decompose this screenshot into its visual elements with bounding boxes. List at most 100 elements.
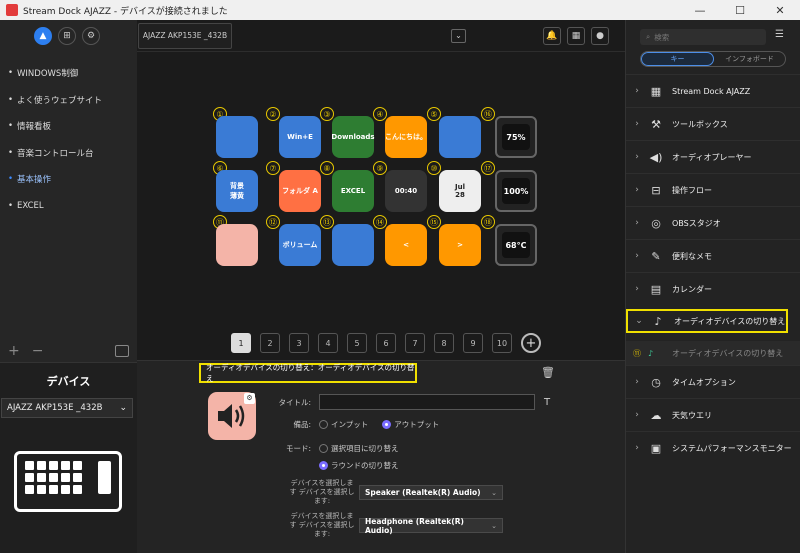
key-button-5[interactable] <box>439 116 481 158</box>
category-icon: ✎ <box>651 249 661 263</box>
category-2[interactable]: › ⚒ ツールボックス <box>626 107 800 140</box>
bell-icon[interactable]: 🔔 <box>543 27 561 45</box>
page-button-6[interactable]: 6 <box>376 333 396 353</box>
chevron-right-icon: › <box>635 119 639 129</box>
category-icon: ◀) <box>649 150 663 164</box>
key-label: こんにちは。 <box>385 133 427 141</box>
key-button-13[interactable] <box>332 224 374 266</box>
category-9[interactable]: › ◷ タイムオプション <box>626 365 800 398</box>
page-button-2[interactable]: 2 <box>260 333 280 353</box>
knob-2[interactable]: 100% <box>495 170 537 212</box>
key-number-label: ⑤ <box>427 107 441 121</box>
sidebar-item-excel[interactable]: EXCEL <box>0 193 137 220</box>
key-number-label: ⑫ <box>266 215 280 229</box>
key-button-8[interactable]: EXCEL <box>332 170 374 212</box>
key-button-14[interactable]: < <box>385 224 427 266</box>
close-button[interactable]: ✕ <box>760 4 800 17</box>
page-button-7[interactable]: 7 <box>405 333 425 353</box>
key-button-11[interactable] <box>216 224 258 266</box>
text-format-button[interactable]: T <box>544 397 550 408</box>
key-button-9[interactable]: 00:40 <box>385 170 427 212</box>
key-button-1[interactable] <box>216 116 258 158</box>
title-input[interactable] <box>319 394 535 410</box>
sidebar-item-infoboard[interactable]: 情報看板 <box>0 113 137 140</box>
profile-icon[interactable]: ▲ <box>34 27 52 45</box>
category-11[interactable]: › ▣ システムパフォーマンスモニター <box>626 431 800 464</box>
store-icon[interactable] <box>115 345 129 357</box>
sidebar-item-music[interactable]: 音楽コントロール台 <box>0 140 137 167</box>
key-button-4[interactable]: こんにちは。 <box>385 116 427 158</box>
key-button-2[interactable]: Win+E <box>279 116 321 158</box>
action-header: オーディオデバイスの切り替え：オーディオデバイスの切り替え <box>199 363 417 383</box>
key-label: ボリューム <box>282 241 318 249</box>
key-button-6[interactable]: 背景 薄黄 <box>216 170 258 212</box>
category-3[interactable]: › ◀) オーディオプレーヤー <box>626 140 800 173</box>
switch-selected-radio[interactable]: 選択項目に切り替え <box>319 443 399 454</box>
knob-3[interactable]: 68°C <box>495 224 537 266</box>
knob-number-label: ⑱ <box>481 215 495 229</box>
input-radio[interactable]: インプット <box>319 419 368 430</box>
category-1[interactable]: › ▦ Stream Dock AJAZZ <box>626 74 800 107</box>
key-number-label: ② <box>266 107 280 121</box>
sidebar-item-windows[interactable]: WINDOWS制御 <box>0 60 137 87</box>
chevron-right-icon: › <box>635 284 639 294</box>
key-label: Jul 28 <box>455 183 465 199</box>
left-sidebar: ▲ ⊞ ⚙ WINDOWS制御 よく使うウェブサイト 情報看板 音楽コントロール… <box>0 20 137 553</box>
sidebar-item-websites[interactable]: よく使うウェブサイト <box>0 87 137 114</box>
round-switch-radio[interactable]: ラウンドの切り替え <box>319 460 399 471</box>
chevron-right-icon: › <box>635 377 639 387</box>
audio-switch-icon: ♪ <box>648 348 654 358</box>
category-10[interactable]: › ☁ 天気ウエリ <box>626 398 800 431</box>
key-button-15[interactable]: > <box>439 224 481 266</box>
remove-profile-button[interactable]: − <box>32 343 44 359</box>
knob-1[interactable]: 75% <box>495 116 537 158</box>
key-label: フォルダ A <box>282 187 318 195</box>
key-button-7[interactable]: フォルダ A <box>279 170 321 212</box>
tab-keys[interactable]: キー <box>641 52 714 66</box>
add-profile-button[interactable]: + <box>8 343 20 359</box>
search-input[interactable]: ⌕ 検索 <box>640 29 766 45</box>
trash-icon[interactable]: 🗑 <box>541 366 555 379</box>
key-button-3[interactable]: Downloads <box>331 116 375 158</box>
page-button-9[interactable]: 9 <box>463 333 483 353</box>
key-button-10[interactable]: Jul 28 <box>439 170 481 212</box>
category-6[interactable]: › ✎ 便利なメモ <box>626 239 800 272</box>
action-item-audio-switch[interactable]: ⑪ ♪ オーディオデバイスの切り替え <box>626 341 800 365</box>
key-number-label: ⑦ <box>266 161 280 175</box>
category-8[interactable]: ⌄ ♪ オーディオデバイスの切り替え <box>626 309 788 333</box>
device-tab[interactable]: AJAZZ AKP153E _432B <box>138 22 232 49</box>
add-page-button[interactable]: + <box>521 333 541 353</box>
gear-icon[interactable]: ⚙ <box>82 27 100 45</box>
device-icon[interactable]: ⊞ <box>58 27 76 45</box>
chevron-down-icon: ⌄ <box>491 488 497 497</box>
maximize-button[interactable]: ☐ <box>720 4 760 17</box>
sidebar-item-basic[interactable]: 基本操作 <box>0 166 137 193</box>
category-label: タイムオプション <box>672 377 736 387</box>
page-button-3[interactable]: 3 <box>289 333 309 353</box>
apps-icon[interactable]: ▦ <box>567 27 585 45</box>
category-4[interactable]: › ⊟ 操作フロー <box>626 173 800 206</box>
category-7[interactable]: › ▤ カレンダー <box>626 272 800 305</box>
user-icon[interactable]: ● <box>591 27 609 45</box>
page-selector: 1 2 3 4 5 6 7 8 9 10 + <box>231 333 541 353</box>
page-button-5[interactable]: 5 <box>347 333 367 353</box>
page-button-10[interactable]: 10 <box>492 333 512 353</box>
category-label: 操作フロー <box>672 185 712 195</box>
device1-select[interactable]: Speaker (Realtek(R) Audio) ⌄ <box>359 485 503 500</box>
key-button-12[interactable]: ボリューム <box>279 224 321 266</box>
list-view-icon[interactable]: ☰ <box>775 29 784 40</box>
knob-label: 75% <box>506 132 526 142</box>
device2-select[interactable]: Headphone (Realtek(R) Audio) ⌄ <box>359 517 503 535</box>
minimize-button[interactable]: — <box>680 4 720 17</box>
output-radio[interactable]: アウトプット <box>382 419 439 430</box>
property-panel: オーディオデバイスの切り替え：オーディオデバイスの切り替え 🗑 ⚙ タイトル: … <box>137 360 625 553</box>
category-icon: ☁ <box>650 408 662 422</box>
chevron-down-icon[interactable]: ⌄ <box>451 29 466 43</box>
page-button-1[interactable]: 1 <box>231 333 251 353</box>
category-5[interactable]: › ◎ OBSスタジオ <box>626 206 800 239</box>
page-button-8[interactable]: 8 <box>434 333 454 353</box>
category-label: オーディオデバイスの切り替え <box>674 316 786 326</box>
page-button-4[interactable]: 4 <box>318 333 338 353</box>
device-select[interactable]: AJAZZ AKP153E _432B ⌄ <box>1 398 133 418</box>
tab-infoboard[interactable]: インフォボード <box>714 52 785 66</box>
